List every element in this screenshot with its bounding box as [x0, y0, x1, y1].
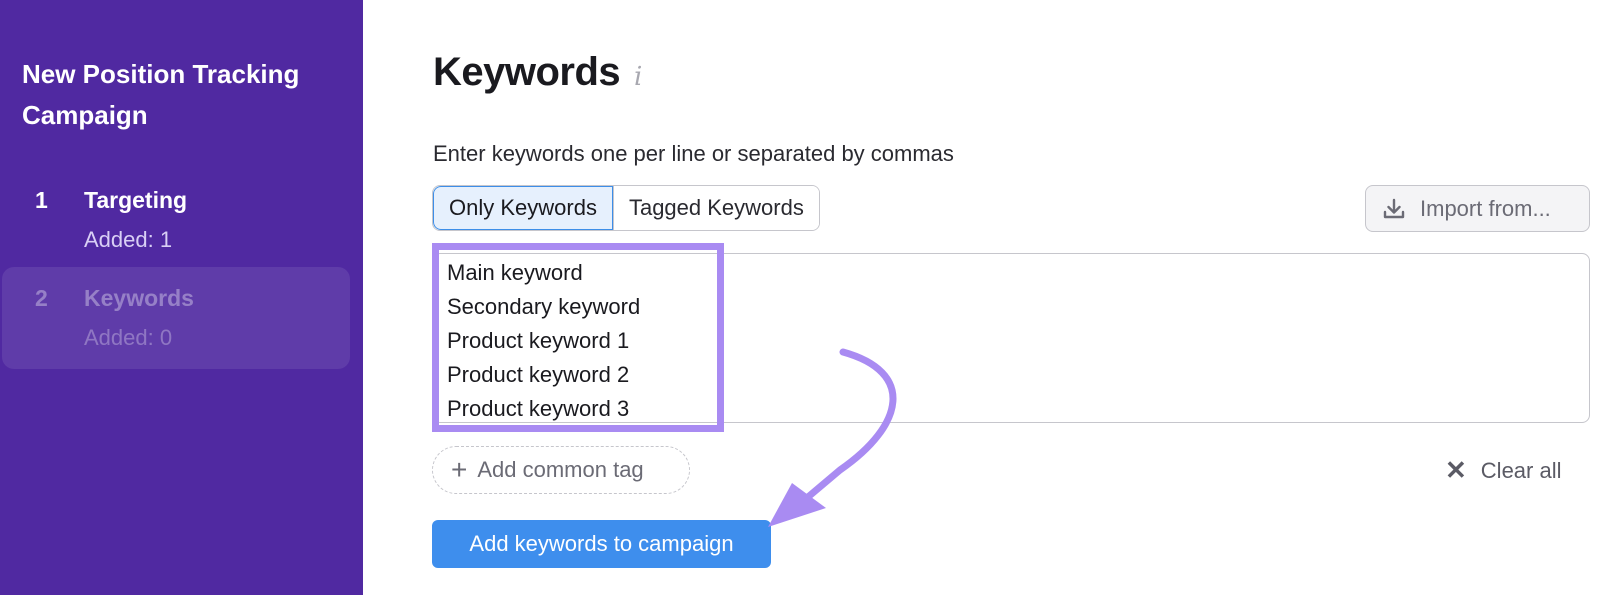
- clear-all-label: Clear all: [1480, 457, 1562, 483]
- tab-tagged-keywords[interactable]: Tagged Keywords: [612, 186, 819, 230]
- info-icon[interactable]: i: [634, 62, 642, 92]
- instructions-text: Enter keywords one per line or separated…: [433, 141, 954, 166]
- step-status: Added: 0: [84, 325, 173, 350]
- tab-only-keywords[interactable]: Only Keywords: [433, 186, 613, 230]
- step-status: Added: 1: [84, 227, 173, 252]
- import-label: Import from...: [1420, 195, 1551, 221]
- step-label: Keywords: [84, 285, 194, 311]
- keywords-highlight-box: [432, 243, 724, 432]
- page-title: Keywords: [433, 50, 621, 94]
- add-keywords-button[interactable]: Add keywords to campaign: [432, 520, 771, 568]
- clear-all-button[interactable]: ✕ Clear all: [1445, 455, 1562, 486]
- add-tag-label: Add common tag: [477, 457, 644, 482]
- plus-icon: +: [451, 454, 468, 485]
- keyword-mode-tabs: Only Keywords Tagged Keywords: [432, 185, 820, 231]
- import-button[interactable]: Import from...: [1365, 185, 1590, 232]
- add-common-tag-button[interactable]: + Add common tag: [432, 446, 690, 494]
- step-targeting[interactable]: 1 Targeting Added: 1: [2, 169, 350, 271]
- sidebar: New Position Tracking Campaign 1 Targeti…: [0, 0, 363, 595]
- step-label: Targeting: [84, 187, 188, 213]
- close-icon: ✕: [1445, 455, 1467, 485]
- campaign-title: New Position Tracking Campaign: [22, 59, 300, 130]
- step-number: 1: [35, 187, 48, 213]
- download-icon: [1383, 198, 1405, 218]
- step-number: 2: [35, 285, 48, 311]
- step-keywords[interactable]: 2 Keywords Added: 0: [2, 267, 350, 369]
